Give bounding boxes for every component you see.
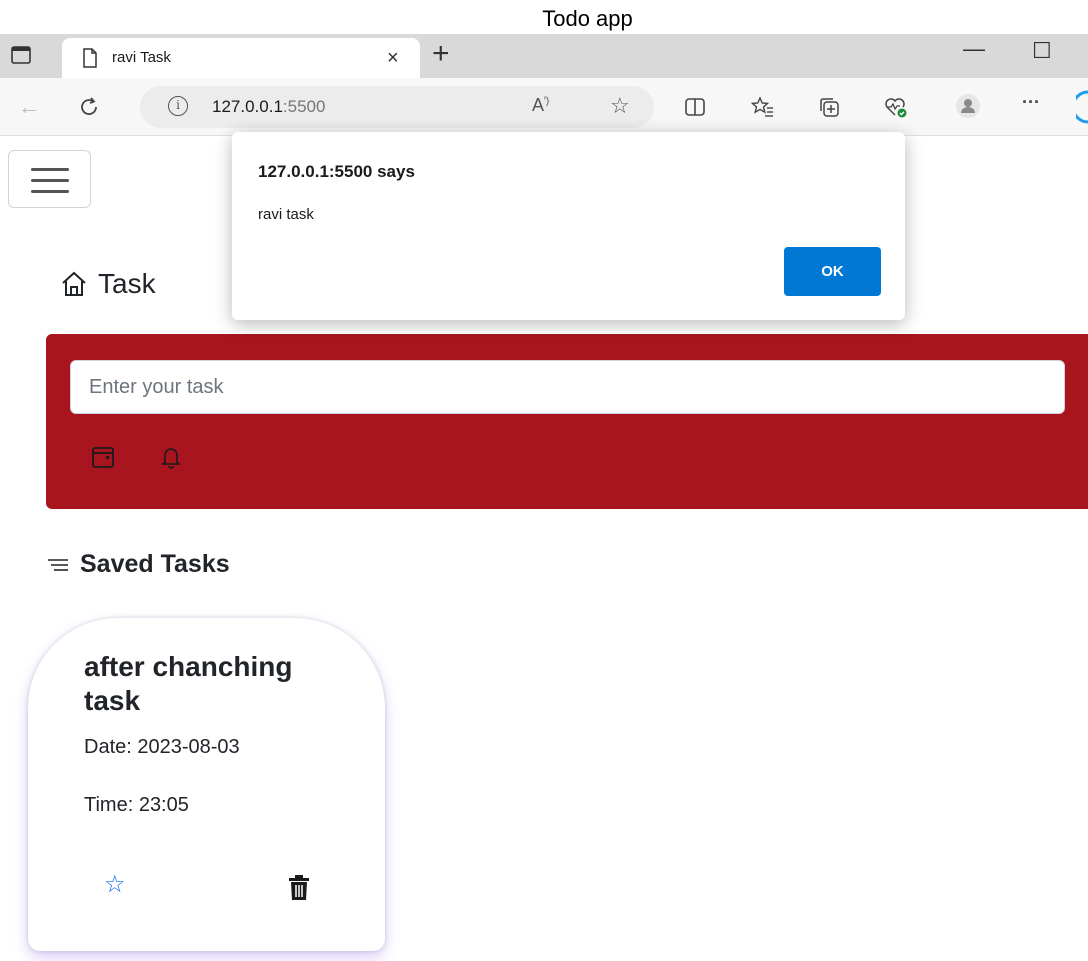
calendar-icon[interactable] bbox=[90, 444, 116, 470]
saved-tasks-heading: Saved Tasks bbox=[46, 550, 230, 579]
tab-close-button[interactable]: × bbox=[387, 47, 399, 70]
task-time: Time: 23:05 bbox=[84, 794, 189, 816]
split-screen-icon[interactable] bbox=[684, 97, 706, 117]
dialog-origin: 127.0.0.1:5500 says bbox=[258, 162, 415, 181]
screenshot-caption: Todo app bbox=[542, 6, 633, 31]
alert-dialog: 127.0.0.1:5500 says ravi task OK bbox=[232, 132, 905, 320]
back-icon[interactable]: ← bbox=[18, 94, 40, 120]
tab-strip: ravi Task × + — ☐ bbox=[0, 34, 1088, 78]
browser-toolbar: ← i 127.0.0.1:5500 Aꞌ) ☆ ··· bbox=[0, 78, 1088, 136]
site-info-icon[interactable]: i bbox=[168, 96, 188, 116]
tab-title: ravi Task bbox=[112, 49, 171, 66]
new-tab-button[interactable]: + bbox=[432, 37, 450, 71]
star-icon[interactable]: ☆ bbox=[104, 870, 126, 899]
saved-tasks-title: Saved Tasks bbox=[80, 550, 230, 578]
favorites-icon[interactable] bbox=[751, 96, 775, 118]
page-heading: Task bbox=[60, 268, 156, 300]
browser-tab[interactable]: ravi Task × bbox=[62, 38, 420, 78]
dialog-message: ravi task bbox=[258, 206, 314, 223]
bell-icon[interactable] bbox=[158, 444, 184, 470]
home-icon bbox=[62, 271, 86, 296]
maximize-button[interactable]: ☐ bbox=[1032, 38, 1052, 64]
profile-avatar-icon[interactable] bbox=[956, 94, 980, 118]
copilot-icon[interactable] bbox=[1076, 90, 1088, 124]
page-icon bbox=[83, 48, 97, 68]
url-text: 127.0.0.1:5500 bbox=[212, 97, 326, 116]
browser-essentials-icon[interactable] bbox=[884, 96, 908, 118]
task-date: Date: 2023-08-03 bbox=[84, 736, 240, 758]
read-aloud-icon[interactable]: Aꞌ) bbox=[532, 95, 549, 116]
address-bar[interactable]: i 127.0.0.1:5500 Aꞌ) ☆ bbox=[140, 86, 654, 128]
more-options-icon[interactable]: ··· bbox=[1022, 92, 1040, 113]
minimize-button[interactable]: — bbox=[963, 36, 985, 62]
task-card: after chanching task Date: 2023-08-03 Ti… bbox=[28, 618, 385, 951]
trash-icon[interactable] bbox=[288, 874, 310, 902]
ok-button[interactable]: OK bbox=[784, 247, 881, 296]
refresh-icon[interactable] bbox=[78, 96, 100, 118]
tab-actions-icon[interactable] bbox=[10, 44, 32, 66]
list-icon bbox=[48, 558, 68, 571]
page-title: Task bbox=[98, 268, 156, 299]
task-title: after chanching task bbox=[84, 651, 293, 716]
collections-icon[interactable] bbox=[818, 96, 840, 118]
task-input[interactable] bbox=[70, 360, 1065, 414]
menu-toggle-button[interactable] bbox=[8, 150, 91, 208]
favorite-star-icon[interactable]: ☆ bbox=[610, 93, 630, 119]
task-entry-panel bbox=[46, 334, 1088, 509]
